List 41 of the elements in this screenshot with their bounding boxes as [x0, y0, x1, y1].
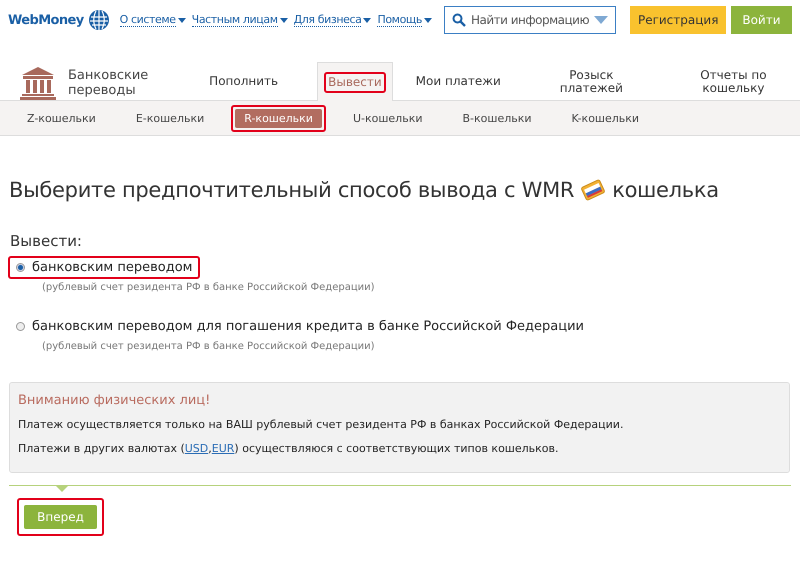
wallet-tab[interactable]: K-кошельки	[562, 108, 648, 128]
option-hint: (рублевый счет резидента РФ в банке Российской Федерации)	[42, 282, 376, 293]
option-hint: (рублевый счет резидента РФ в банке Российской Федерации)	[42, 341, 376, 352]
section-tab[interactable]: Пополнить	[194, 62, 294, 100]
bank-icon	[20, 66, 56, 100]
nav-menu-link[interactable]: О системе	[120, 13, 176, 27]
currency-link[interactable]: USD	[184, 442, 208, 455]
page-heading: кошелька	[612, 178, 719, 202]
page-heading: Выберите предпочтительный способ вывода с WMR	[9, 178, 574, 202]
wallet-tab[interactable]: B-кошельки	[454, 108, 541, 128]
nav-menu-link[interactable]: Частным лицам	[192, 13, 278, 27]
logo-text[interactable]: WebMoney	[8, 12, 84, 28]
wallet-tab[interactable]: E-кошельки	[126, 108, 214, 128]
section-tab[interactable]: Розыск платежей	[540, 62, 643, 100]
highlight-frame: Вывести	[324, 72, 386, 92]
search-icon	[452, 13, 466, 27]
currency-link[interactable]: EUR	[212, 442, 234, 455]
section-tab[interactable]: Вывести	[317, 62, 393, 101]
notice-text: Платежи в других валютах (USD,EUR) осуществляюся с соответствующих типов кошельков.	[18, 442, 560, 455]
section-title: Банковские переводы	[68, 68, 150, 98]
register-button[interactable]: Регистрация	[630, 6, 726, 34]
radio-button[interactable]	[16, 322, 25, 331]
section-tab[interactable]: Мои платежи	[400, 62, 516, 100]
notice-title: Вниманию физических лиц!	[18, 393, 212, 408]
search-input[interactable]: Найти информацию	[470, 13, 589, 27]
caret-icon[interactable]	[178, 18, 186, 22]
nav-menu-link[interactable]: Помощь	[377, 13, 422, 27]
radio-button[interactable]	[16, 263, 25, 272]
section-tab[interactable]: Отчеты по кошельку	[674, 62, 792, 100]
option-label[interactable]: банковским переводом для погашения кредита в банке Российской Федерации	[32, 319, 584, 334]
form-label: Вывести:	[10, 232, 83, 250]
nav-menu-link[interactable]: Для бизнеса	[294, 13, 362, 27]
wallet-tab[interactable]: R-кошельки	[235, 108, 322, 128]
caret-icon[interactable]	[363, 18, 372, 22]
caret-icon[interactable]	[280, 18, 288, 22]
globe-icon	[88, 9, 110, 31]
wallet-tab[interactable]: U-кошельки	[344, 108, 432, 128]
caret-icon[interactable]	[424, 18, 432, 22]
wallet-tab[interactable]: Z-кошельки	[18, 108, 105, 128]
notice-text: Платеж осуществляется только на ВАШ рублевый счет резидента РФ в банках Российской Федерации.	[18, 418, 624, 431]
search-field[interactable]: Найти информацию	[444, 6, 616, 34]
